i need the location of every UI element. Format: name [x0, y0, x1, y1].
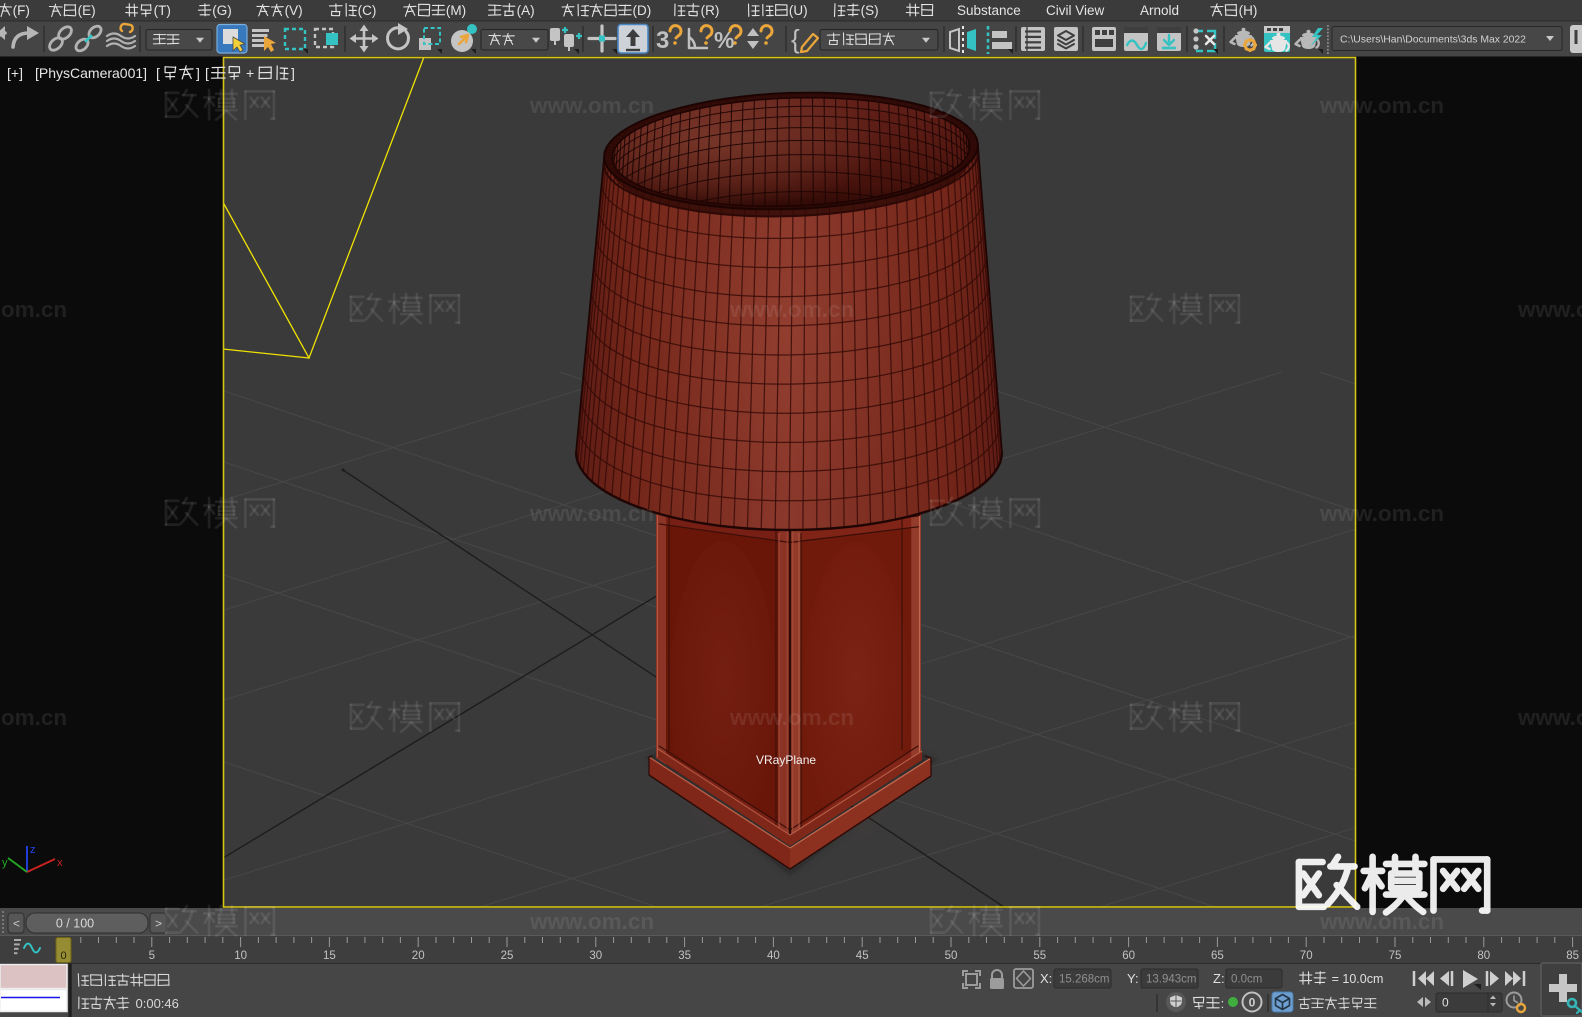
svg-text:3: 3 [656, 27, 669, 54]
svg-text:Z:: Z: [1213, 971, 1225, 986]
svg-text:X:: X: [1040, 971, 1052, 986]
svg-text:x: x [57, 857, 63, 869]
svg-text:75: 75 [1389, 950, 1402, 962]
svg-text:(E): (E) [78, 3, 96, 18]
svg-text:(V): (V) [285, 3, 303, 18]
svg-text:25: 25 [501, 950, 514, 962]
svg-text:(H): (H) [1239, 3, 1258, 18]
svg-text:10: 10 [234, 950, 247, 962]
svg-text:15.268cm: 15.268cm [1059, 974, 1110, 986]
svg-text:65: 65 [1211, 950, 1224, 962]
svg-text:70: 70 [1300, 950, 1313, 962]
svg-text:0: 0 [1442, 996, 1449, 1010]
svg-text:<: < [13, 917, 20, 931]
svg-text:0: 0 [1249, 996, 1256, 1010]
svg-text:www.om.cn: www.om.cn [1517, 297, 1582, 322]
svg-text:35: 35 [678, 950, 691, 962]
svg-text:80: 80 [1477, 950, 1490, 962]
svg-text:]: ] [196, 65, 200, 81]
svg-text:(R): (R) [701, 3, 720, 18]
svg-text:0 / 100: 0 / 100 [56, 917, 94, 931]
svg-text:www.om.cn: www.om.cn [0, 297, 67, 322]
svg-text:(T): (T) [154, 3, 171, 18]
svg-text:0: 0 [60, 950, 66, 962]
svg-text:VRayPlane: VRayPlane [756, 753, 816, 767]
svg-text:[PhysCamera001]: [PhysCamera001] [35, 65, 147, 81]
svg-text:Arnold: Arnold [1140, 3, 1179, 18]
svg-text:5: 5 [149, 950, 155, 962]
svg-text:20: 20 [412, 950, 425, 962]
svg-text:www.om.cn: www.om.cn [0, 705, 67, 730]
svg-text:13.943cm: 13.943cm [1146, 974, 1197, 986]
svg-text:55: 55 [1033, 950, 1046, 962]
svg-text:[: [ [156, 65, 160, 81]
svg-text:60: 60 [1122, 950, 1135, 962]
svg-text:www.om.cn: www.om.cn [1517, 705, 1582, 730]
svg-text:15: 15 [323, 950, 336, 962]
svg-text:(S): (S) [861, 3, 879, 18]
svg-text:0:00:46: 0:00:46 [136, 996, 179, 1011]
svg-text:www.om.cn: www.om.cn [1319, 501, 1444, 526]
svg-text:{: { [791, 24, 800, 54]
svg-text::: : [1221, 996, 1225, 1011]
svg-text:45: 45 [856, 950, 869, 962]
svg-text:C:\Users\Han\Documents\3ds Max: C:\Users\Han\Documents\3ds Max 2022 [1340, 35, 1526, 46]
svg-text:0.0cm: 0.0cm [1231, 974, 1262, 986]
svg-text:>: > [155, 917, 162, 931]
svg-text:(M): (M) [446, 3, 466, 18]
svg-text:(A): (A) [517, 3, 535, 18]
svg-text:www.om.cn: www.om.cn [729, 705, 854, 730]
svg-text:y: y [2, 857, 8, 869]
svg-text:[: [ [205, 65, 209, 81]
svg-text:www.om.cn: www.om.cn [529, 501, 654, 526]
svg-text:50: 50 [945, 950, 958, 962]
svg-text:40: 40 [767, 950, 780, 962]
svg-text:= 10.0cm: = 10.0cm [1332, 972, 1384, 986]
svg-text:www.om.cn: www.om.cn [1319, 93, 1444, 118]
svg-text:(D): (D) [633, 3, 652, 18]
svg-text:www.om.cn: www.om.cn [529, 93, 654, 118]
svg-text:(C): (C) [358, 3, 377, 18]
svg-text:30: 30 [589, 950, 602, 962]
svg-text:+: + [246, 65, 254, 81]
svg-text:www.om.cn: www.om.cn [529, 909, 654, 934]
svg-text:(U): (U) [789, 3, 808, 18]
svg-text:Civil View: Civil View [1046, 3, 1105, 18]
svg-text:(F): (F) [13, 3, 30, 18]
svg-text:85: 85 [1566, 950, 1579, 962]
svg-text:Substance: Substance [957, 3, 1021, 18]
svg-text:z: z [30, 844, 36, 856]
svg-text:Y:: Y: [1127, 971, 1139, 986]
svg-text:]: ] [291, 65, 295, 81]
svg-text:[+]: [+] [7, 65, 23, 81]
svg-text:(G): (G) [212, 3, 232, 18]
svg-text:www.om.cn: www.om.cn [729, 297, 854, 322]
